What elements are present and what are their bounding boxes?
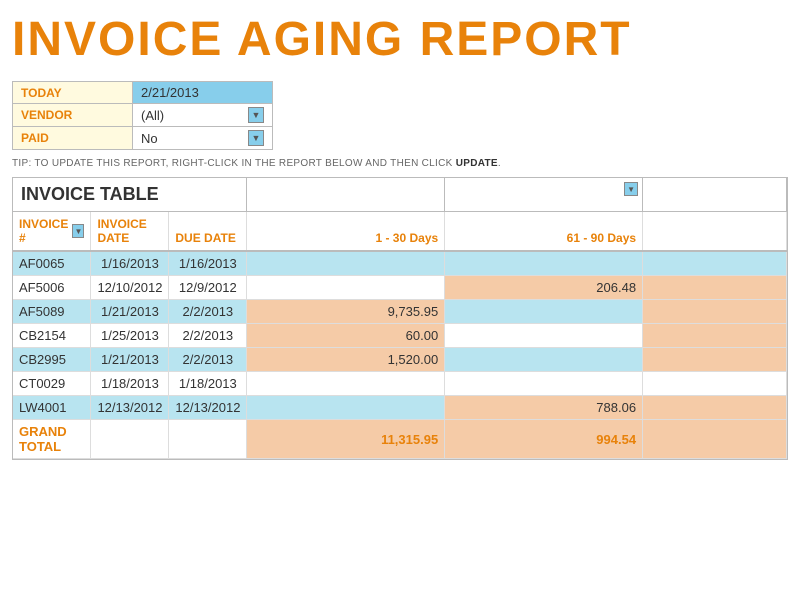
cell-61-90 [445,324,643,348]
cell-1-30 [247,251,445,276]
grand-total-inv-date [91,420,169,459]
cell-61-90: 206.48 [445,276,643,300]
column-header-row: INVOICE # ▼ INVOICE DATE DUE DATE 1 - 30… [13,212,787,252]
cell-inv-date: 1/18/2013 [91,372,169,396]
cell-1-30: 9,735.95 [247,300,445,324]
cell-inv-date: 1/21/2013 [91,300,169,324]
table-title-spacer1 [247,178,445,212]
invoice-col-dropdown[interactable]: ▼ [72,224,84,238]
cell-invoice: CB2154 [13,324,91,348]
tip-text: TIP: TO UPDATE THIS REPORT, RIGHT-CLICK … [12,158,788,169]
cell-inv-date: 12/10/2012 [91,276,169,300]
cell-1-30: 1,520.00 [247,348,445,372]
cell-inv-date: 1/25/2013 [91,324,169,348]
today-label: TODAY [13,82,133,104]
table-row: AF0065 1/16/2013 1/16/2013 [13,251,787,276]
table-row: CB2154 1/25/2013 2/2/2013 60.00 [13,324,787,348]
table-row: AF5006 12/10/2012 12/9/2012 206.48 [13,276,787,300]
col-header-1-30: 1 - 30 Days [247,212,445,252]
table-title-row: INVOICE TABLE ▼ [13,178,787,212]
page-container: INVOICE AGING REPORT TODAY 2/21/2013 VEN… [0,0,800,460]
paid-label: PAID [13,127,133,150]
today-value: 2/21/2013 [133,82,273,104]
cell-1-30 [247,396,445,420]
grand-total-extra [643,420,787,459]
vendor-value: (All) ▼ [133,104,273,127]
table-title-spacer2 [643,178,787,212]
cell-extra [643,348,787,372]
paid-dropdown-arrow[interactable]: ▼ [248,130,264,146]
cell-extra [643,372,787,396]
paid-value: No ▼ [133,127,273,150]
cell-due-date: 2/2/2013 [169,348,247,372]
cell-inv-date: 1/16/2013 [91,251,169,276]
cell-61-90 [445,348,643,372]
cell-extra [643,276,787,300]
grand-total-row: GRAND TOTAL 11,315.95 994.54 [13,420,787,459]
cell-invoice: CT0029 [13,372,91,396]
cell-61-90 [445,251,643,276]
grand-total-label: GRAND TOTAL [13,420,91,459]
col-header-inv-date: INVOICE DATE [91,212,169,252]
vendor-label: VENDOR [13,104,133,127]
grand-total-due-date [169,420,247,459]
cell-inv-date: 1/21/2013 [91,348,169,372]
cell-due-date: 1/16/2013 [169,251,247,276]
cell-1-30 [247,276,445,300]
invoice-tbody: AF0065 1/16/2013 1/16/2013 AF5006 12/10/… [13,251,787,459]
filter-table: TODAY 2/21/2013 VENDOR (All) ▼ PAID No ▼ [12,81,273,150]
cell-1-30 [247,372,445,396]
invoice-table: INVOICE TABLE ▼ INVOICE # ▼ INVOICE DAT [13,178,787,459]
col5-dropdown-arrow[interactable]: ▼ [624,182,638,196]
invoice-table-wrapper: INVOICE TABLE ▼ INVOICE # ▼ INVOICE DAT [12,177,788,460]
table-row: CT0029 1/18/2013 1/18/2013 [13,372,787,396]
cell-extra [643,396,787,420]
cell-invoice: AF0065 [13,251,91,276]
cell-invoice: AF5089 [13,300,91,324]
cell-invoice: AF5006 [13,276,91,300]
table-row: CB2995 1/21/2013 2/2/2013 1,520.00 [13,348,787,372]
vendor-dropdown-arrow[interactable]: ▼ [248,107,264,123]
cell-due-date: 2/2/2013 [169,300,247,324]
cell-extra [643,300,787,324]
grand-total-61-90: 994.54 [445,420,643,459]
report-title: INVOICE AGING REPORT [12,12,788,67]
cell-61-90 [445,300,643,324]
cell-invoice: LW4001 [13,396,91,420]
cell-due-date: 2/2/2013 [169,324,247,348]
table-row: LW4001 12/13/2012 12/13/2012 788.06 [13,396,787,420]
cell-inv-date: 12/13/2012 [91,396,169,420]
table-title-dropdown-cell: ▼ [445,178,643,212]
cell-invoice: CB2995 [13,348,91,372]
cell-due-date: 12/9/2012 [169,276,247,300]
cell-due-date: 1/18/2013 [169,372,247,396]
grand-total-1-30: 11,315.95 [247,420,445,459]
cell-61-90: 788.06 [445,396,643,420]
col-header-due-date: DUE DATE [169,212,247,252]
cell-due-date: 12/13/2012 [169,396,247,420]
cell-1-30: 60.00 [247,324,445,348]
cell-extra [643,324,787,348]
col-header-extra [643,212,787,252]
table-section-title: INVOICE TABLE [13,178,247,212]
col-header-invoice: INVOICE # ▼ [13,212,91,252]
table-row: AF5089 1/21/2013 2/2/2013 9,735.95 [13,300,787,324]
col-header-61-90: 61 - 90 Days [445,212,643,252]
cell-61-90 [445,372,643,396]
cell-extra [643,251,787,276]
